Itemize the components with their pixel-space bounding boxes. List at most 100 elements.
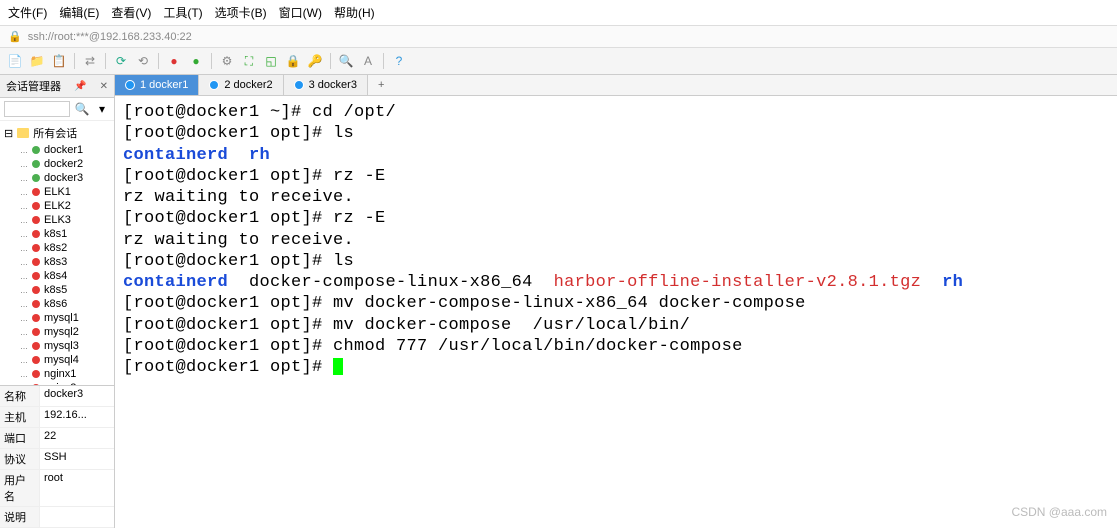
menubar: 文件(F) 编辑(E) 查看(V) 工具(T) 选项卡(B) 窗口(W) 帮助(… bbox=[0, 0, 1117, 26]
sidebar-search-input[interactable] bbox=[4, 101, 70, 117]
terminal-line: containerd rh bbox=[123, 145, 1109, 166]
tool-stop-icon[interactable]: ● bbox=[165, 52, 183, 70]
tab-docker1[interactable]: 1 docker1 bbox=[115, 75, 199, 95]
tree-item-docker3[interactable]: …docker3 bbox=[0, 171, 114, 185]
tool-start-icon[interactable]: ● bbox=[187, 52, 205, 70]
bullet-icon: … bbox=[20, 202, 28, 211]
menu-help[interactable]: 帮助(H) bbox=[334, 4, 375, 21]
status-icon bbox=[32, 272, 40, 280]
tree-item-mysql3[interactable]: …mysql3 bbox=[0, 339, 114, 353]
bullet-icon: … bbox=[20, 370, 28, 379]
tree-item-ELK3[interactable]: …ELK3 bbox=[0, 213, 114, 227]
bullet-icon: … bbox=[20, 146, 28, 155]
tree-root[interactable]: ⊟ 所有会话 bbox=[0, 123, 114, 143]
bullet-icon: … bbox=[20, 216, 28, 225]
bullet-icon: … bbox=[20, 272, 28, 281]
toolbar: 📄 📁 📋 ⇄ ⟳ ⟲ ● ● ⚙ ⛶ ◱ 🔒 🔑 🔍 A ? bbox=[0, 48, 1117, 75]
tool-help-icon[interactable]: ? bbox=[390, 52, 408, 70]
status-icon bbox=[32, 342, 40, 350]
tab-docker3[interactable]: 3 docker3 bbox=[284, 75, 368, 95]
session-props: 名称docker3 主机192.16... 端口22 协议SSH 用户名root… bbox=[0, 385, 114, 528]
menu-tabs[interactable]: 选项卡(B) bbox=[215, 4, 267, 21]
main-area: 会话管理器 📌 ✕ 🔍 ▾ ⊟ 所有会话 …docker1…docker2…do… bbox=[0, 75, 1117, 528]
tool-gear-icon[interactable]: ⚙ bbox=[218, 52, 236, 70]
tree-item-k8s1[interactable]: …k8s1 bbox=[0, 227, 114, 241]
tree-item-label: docker1 bbox=[44, 144, 83, 156]
tree-item-label: mysql2 bbox=[44, 326, 79, 338]
tree-item-label: mysql1 bbox=[44, 312, 79, 324]
tree-item-label: nginx1 bbox=[44, 368, 76, 380]
tab-label: 3 docker3 bbox=[309, 79, 357, 91]
tree-item-mysql1[interactable]: …mysql1 bbox=[0, 311, 114, 325]
status-icon bbox=[32, 216, 40, 224]
status-icon bbox=[32, 258, 40, 266]
menu-edit[interactable]: 编辑(E) bbox=[59, 4, 99, 21]
tree-item-docker2[interactable]: …docker2 bbox=[0, 157, 114, 171]
tool-folder-icon[interactable]: 📁 bbox=[28, 52, 46, 70]
menu-view[interactable]: 查看(V) bbox=[111, 4, 151, 21]
tool-font-icon[interactable]: A bbox=[359, 52, 377, 70]
tool-copy-icon[interactable]: 📋 bbox=[50, 52, 68, 70]
status-icon bbox=[32, 328, 40, 336]
tool-new-icon[interactable]: 📄 bbox=[6, 52, 24, 70]
menu-file[interactable]: 文件(F) bbox=[8, 4, 47, 21]
terminal[interactable]: [root@docker1 ~]# cd /opt/[root@docker1 … bbox=[115, 96, 1117, 528]
tree-root-label: 所有会话 bbox=[33, 125, 77, 141]
tree-item-k8s5[interactable]: …k8s5 bbox=[0, 283, 114, 297]
terminal-line: [root@docker1 opt]# rz -E bbox=[123, 208, 1109, 229]
tree-item-k8s4[interactable]: … k8s4 bbox=[0, 269, 114, 283]
prop-name-value: docker3 bbox=[40, 386, 114, 406]
terminal-line: [root@docker1 opt]# chmod 777 /usr/local… bbox=[123, 336, 1109, 357]
tool-refresh-icon[interactable]: ⟳ bbox=[112, 52, 130, 70]
bullet-icon: … bbox=[20, 286, 28, 295]
tool-search-icon[interactable]: 🔍 bbox=[337, 52, 355, 70]
separator bbox=[74, 53, 75, 69]
tool-expand2-icon[interactable]: ◱ bbox=[262, 52, 280, 70]
sidebar-close-icon[interactable]: ✕ bbox=[100, 81, 108, 92]
tree-item-docker1[interactable]: … docker1 bbox=[0, 143, 114, 157]
tool-refresh2-icon[interactable]: ⟲ bbox=[134, 52, 152, 70]
status-icon bbox=[32, 314, 40, 322]
tree-item-k8s3[interactable]: …k8s3 bbox=[0, 255, 114, 269]
tree-item-label: k8s4 bbox=[44, 270, 67, 282]
prop-user-value: root bbox=[40, 470, 114, 506]
terminal-line: [root@docker1 opt]# mv docker-compose-li… bbox=[123, 293, 1109, 314]
separator bbox=[330, 53, 331, 69]
prop-proto-label: 协议 bbox=[0, 449, 40, 469]
menu-window[interactable]: 窗口(W) bbox=[279, 4, 322, 21]
terminal-line: rz waiting to receive. bbox=[123, 187, 1109, 208]
search-icon[interactable]: 🔍 bbox=[74, 101, 90, 117]
tab-add-button[interactable]: + bbox=[368, 75, 394, 95]
tree-item-mysql2[interactable]: …mysql2 bbox=[0, 325, 114, 339]
sidebar-pin-icon[interactable]: 📌 bbox=[74, 81, 86, 92]
tree-item-ELK2[interactable]: …ELK2 bbox=[0, 199, 114, 213]
filter-icon[interactable]: ▾ bbox=[94, 101, 110, 117]
tree-item-label: ELK1 bbox=[44, 186, 71, 198]
collapse-icon: ⊟ bbox=[4, 127, 13, 140]
tab-label: 1 docker1 bbox=[140, 79, 188, 91]
terminal-line: [root@docker1 opt]# ls bbox=[123, 251, 1109, 272]
tool-expand-icon[interactable]: ⛶ bbox=[240, 52, 258, 70]
bullet-icon: … bbox=[20, 300, 28, 309]
tree-item-label: docker3 bbox=[44, 172, 83, 184]
status-icon bbox=[32, 174, 40, 182]
tool-key-icon[interactable]: 🔑 bbox=[306, 52, 324, 70]
sidebar-title: 会话管理器 bbox=[6, 78, 61, 94]
prop-desc-value bbox=[40, 507, 114, 527]
tree-item-mysql4[interactable]: …mysql4 bbox=[0, 353, 114, 367]
terminal-line: rz waiting to receive. bbox=[123, 230, 1109, 251]
tree-item-nginx1[interactable]: … nginx1 bbox=[0, 367, 114, 381]
tree-item-k8s2[interactable]: …k8s2 bbox=[0, 241, 114, 255]
prop-port-value: 22 bbox=[40, 428, 114, 448]
bullet-icon: … bbox=[20, 188, 28, 197]
menu-tools[interactable]: 工具(T) bbox=[163, 4, 202, 21]
separator bbox=[383, 53, 384, 69]
prop-desc-label: 说明 bbox=[0, 507, 40, 527]
tool-lock-icon[interactable]: 🔒 bbox=[284, 52, 302, 70]
tab-docker2[interactable]: 2 docker2 bbox=[199, 75, 283, 95]
prop-proto-value: SSH bbox=[40, 449, 114, 469]
tree-item-k8s6[interactable]: …k8s6 bbox=[0, 297, 114, 311]
tool-arrows-icon[interactable]: ⇄ bbox=[81, 52, 99, 70]
tree-item-ELK1[interactable]: … ELK1 bbox=[0, 185, 114, 199]
prop-host-label: 主机 bbox=[0, 407, 40, 427]
